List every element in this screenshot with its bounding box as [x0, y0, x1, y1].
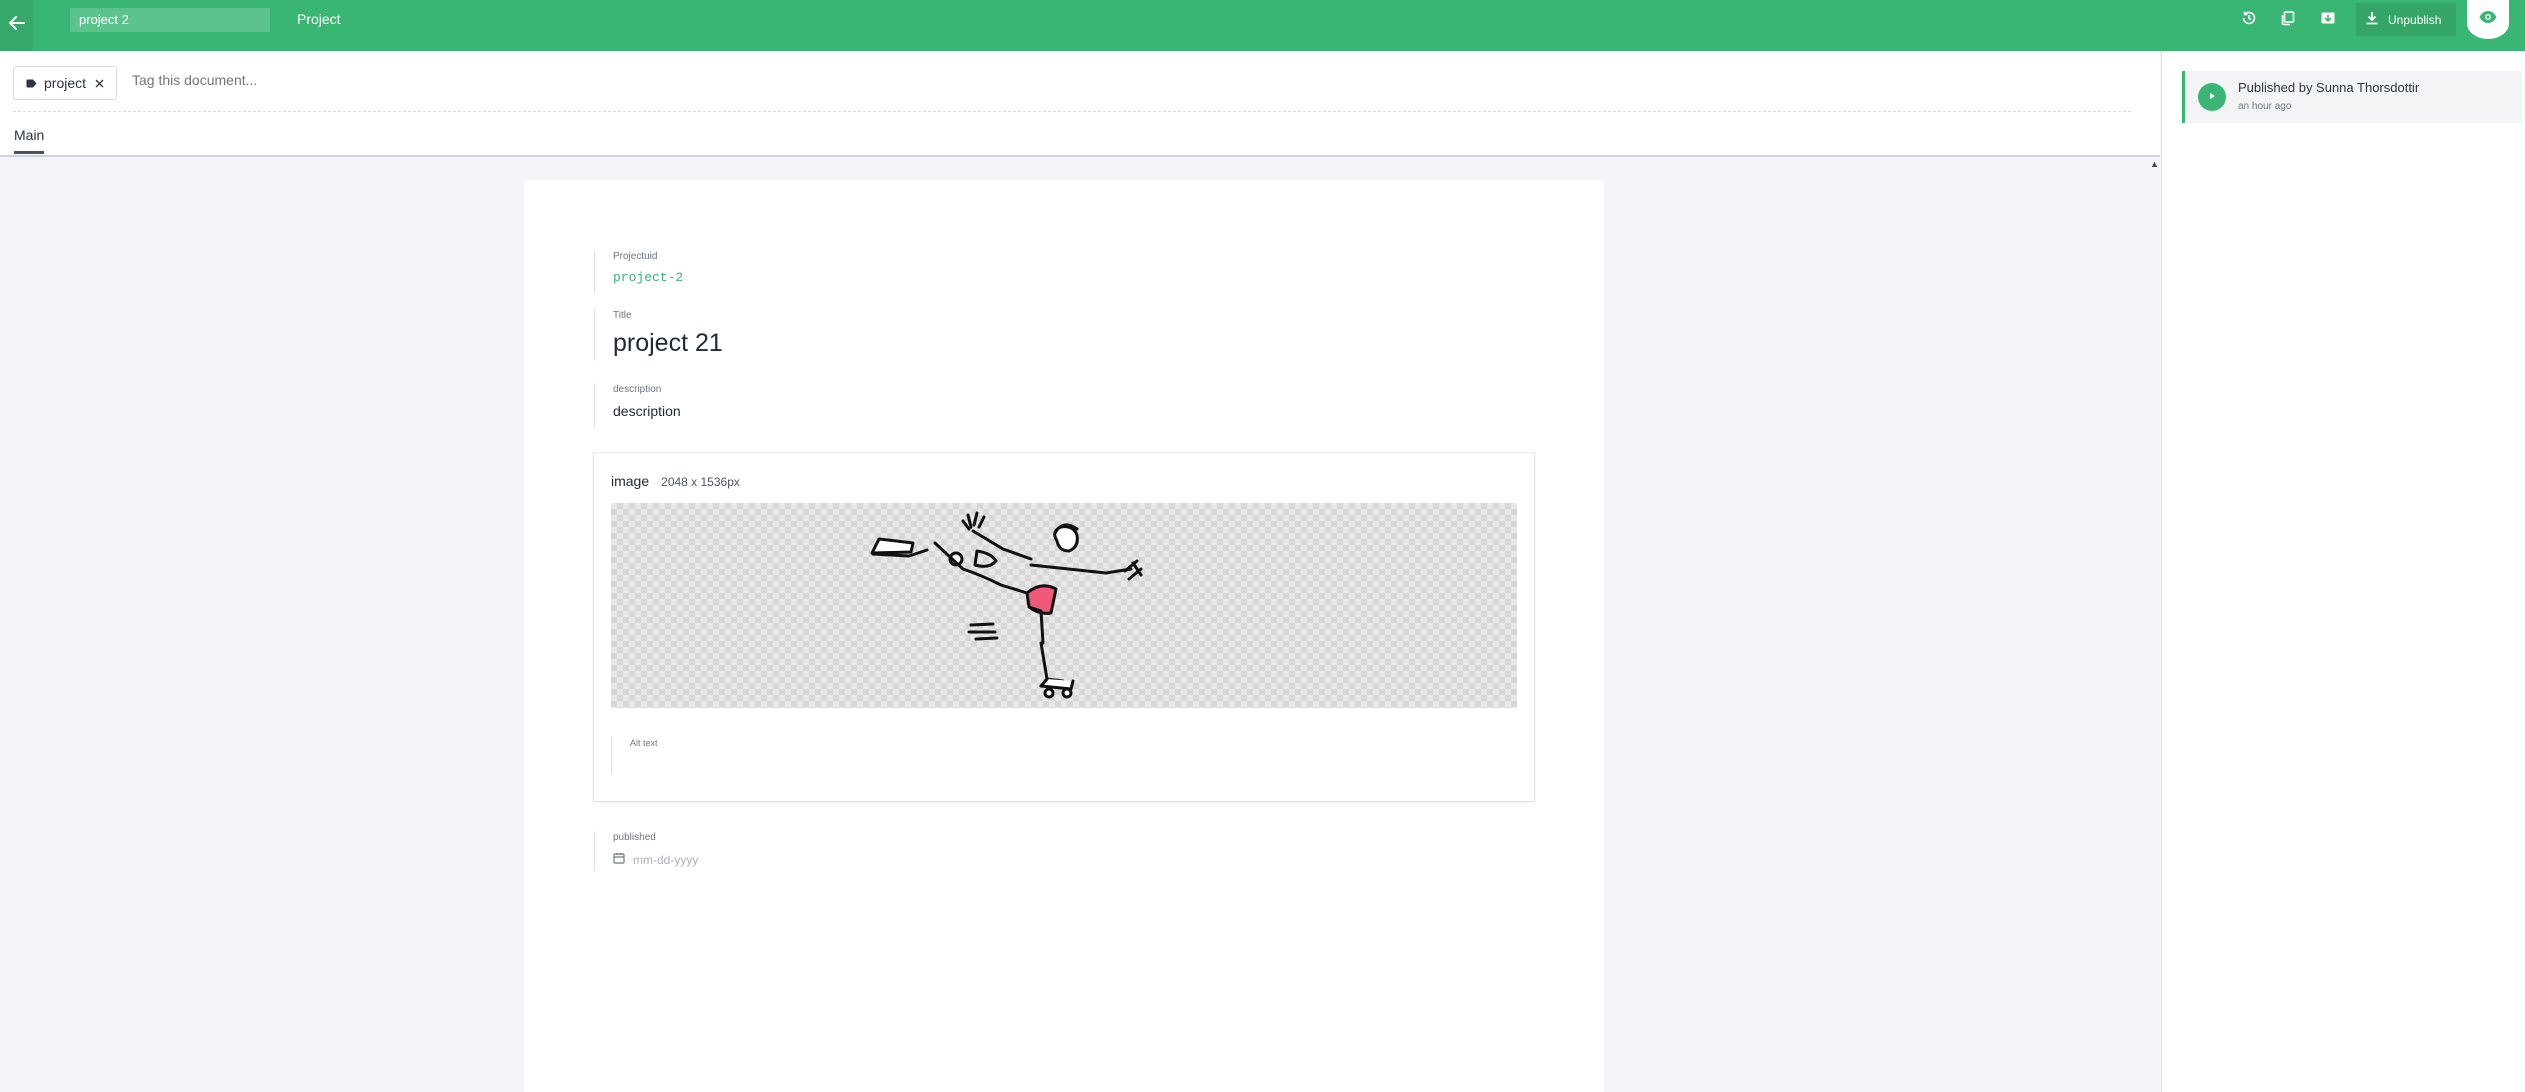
field-label: published [613, 832, 656, 843]
eye-icon [2478, 7, 2498, 32]
arrow-left-icon [8, 14, 26, 37]
title-field[interactable]: Title project 21 [594, 309, 723, 361]
play-icon [2207, 88, 2217, 106]
unpublish-label: Unpublish [2388, 12, 2442, 27]
projectuid-field[interactable]: Projectuid project-2 [594, 250, 683, 294]
image-label: image [611, 473, 650, 489]
field-label: description [613, 384, 662, 395]
tag-chip[interactable]: project [13, 66, 117, 100]
history-entry[interactable]: Published by Sunna Thorsdottir an hour a… [2182, 71, 2522, 123]
copy-icon [2279, 9, 2297, 32]
divider [13, 111, 2131, 112]
tabs-bar: Main [0, 115, 2160, 157]
close-icon[interactable] [95, 75, 104, 91]
date-placeholder: mm-dd-yyyy [633, 853, 699, 867]
document-title-field[interactable]: project 2 [70, 8, 270, 32]
back-button[interactable] [0, 0, 33, 51]
image-field: image 2048 x 1536px Alt text [594, 453, 1534, 801]
calendar-icon[interactable] [613, 851, 625, 869]
archive-icon [2319, 9, 2337, 32]
image-dimensions: 2048 x 1536px [661, 475, 740, 489]
field-label: Projectuid [613, 251, 658, 262]
tag-input[interactable] [130, 71, 534, 89]
tag-label: project [44, 75, 87, 91]
title-value[interactable]: project 21 [613, 328, 723, 358]
unpublish-button[interactable]: Unpublish [2356, 3, 2456, 36]
tab-main[interactable]: Main [14, 127, 45, 154]
published-status-badge [2198, 83, 2226, 111]
document-type-label: Project [297, 11, 341, 27]
alt-text-field[interactable]: Alt text [611, 736, 658, 774]
scrollbar[interactable] [2147, 157, 2161, 1092]
history-entry-title: Published by Sunna Thorsdottir [2238, 80, 2420, 95]
field-label: Title [613, 310, 632, 321]
archive-button[interactable] [2316, 8, 2340, 32]
image-field-header: image 2048 x 1536px [611, 473, 740, 489]
scroll-up-icon[interactable]: ▲ [2150, 159, 2159, 169]
download-icon [2364, 10, 2380, 29]
history-entry-text: Published by Sunna Thorsdottir an hour a… [2238, 80, 2419, 112]
history-button[interactable] [2237, 8, 2261, 32]
tags-bar: project [0, 51, 2160, 115]
projectuid-value[interactable]: project-2 [613, 270, 683, 286]
document-form: Projectuid project-2 Title project 21 de… [524, 180, 1604, 1092]
duplicate-button[interactable] [2276, 8, 2300, 32]
top-bar: project 2 Project Unpublish [0, 0, 2525, 51]
history-panel: Published by Sunna Thorsdottir an hour a… [2162, 51, 2525, 1092]
image-preview[interactable] [611, 503, 1517, 708]
history-icon [2240, 9, 2258, 32]
roller-skater-illustration [870, 511, 1143, 699]
description-value[interactable]: description [613, 403, 681, 420]
tag-icon [26, 75, 37, 91]
alt-text-label: Alt text [630, 738, 658, 748]
description-field[interactable]: description description [594, 383, 681, 427]
date-input[interactable]: mm-dd-yyyy [613, 851, 698, 869]
preview-button[interactable] [2467, 0, 2509, 39]
published-field[interactable]: published mm-dd-yyyy [594, 831, 698, 871]
history-entry-time: an hour ago [2238, 101, 2292, 112]
